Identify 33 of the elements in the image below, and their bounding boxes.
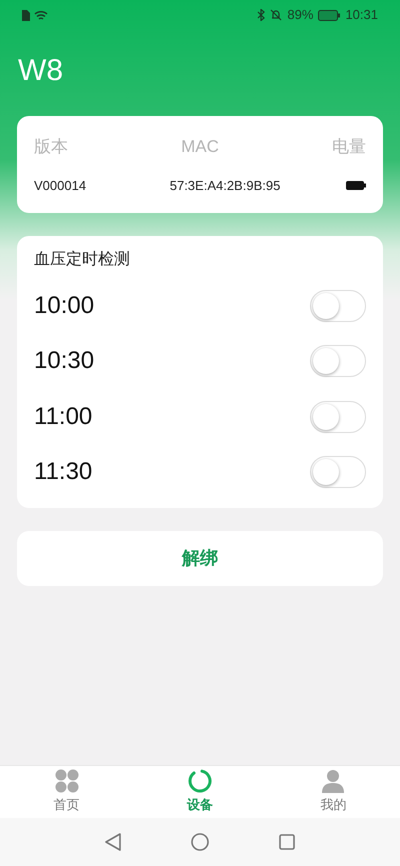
muted-bell-icon [270, 9, 282, 21]
toggle-switch[interactable] [310, 290, 366, 322]
battery-percent: 89% [287, 6, 314, 24]
column-header: 电量 [332, 136, 366, 158]
back-icon[interactable] [105, 833, 121, 851]
battery-icon [346, 180, 366, 190]
recents-icon[interactable] [279, 834, 295, 850]
nav-tab[interactable]: 我的 [266, 766, 400, 818]
schedule-title: 血压定时检测 [34, 250, 131, 270]
clock-time: 10:31 [345, 6, 378, 24]
wifi-icon [34, 10, 48, 20]
battery-icon [318, 10, 340, 20]
version-value: V000014 [34, 176, 86, 194]
schedule-time: 10:00 [34, 290, 94, 321]
home-icon[interactable] [191, 833, 209, 851]
column-header: 版本 [34, 136, 68, 158]
person-icon [321, 769, 346, 794]
unbind-button[interactable]: 解绑 [17, 531, 383, 586]
schedule-time: 11:30 [34, 457, 92, 488]
grid-icon [54, 769, 79, 794]
ring-icon [188, 769, 212, 794]
toggle-switch[interactable] [310, 345, 366, 378]
schedule-time: 11:00 [34, 402, 92, 432]
mac-value: 57:3E:A4:2B:9B:95 [170, 176, 280, 194]
schedule-time: 10:30 [34, 346, 94, 376]
sim-icon [22, 10, 30, 20]
toggle-switch[interactable] [310, 400, 366, 433]
nav-tab[interactable]: 设备 [133, 766, 267, 818]
device-title: W8 [18, 54, 63, 87]
nav-tab[interactable]: 首页 [0, 766, 134, 818]
column-header: MAC [181, 136, 219, 158]
bluetooth-icon [257, 9, 266, 21]
toggle-switch[interactable] [310, 456, 366, 488]
